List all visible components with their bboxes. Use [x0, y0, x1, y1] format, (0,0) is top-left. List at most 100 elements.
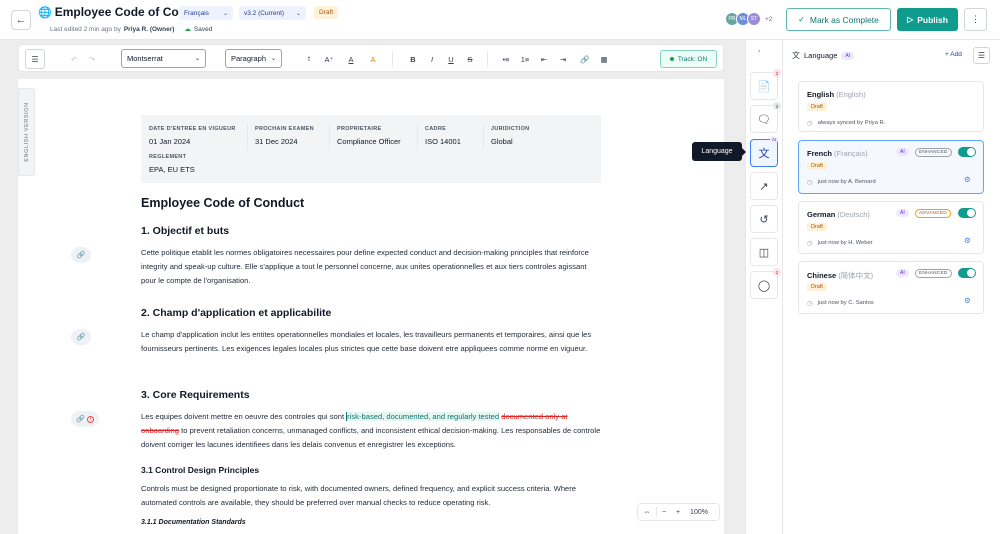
language-card-french[interactable]: French (Français) AI ENHANCED Draft ◷ just… — [798, 140, 984, 194]
filter-button[interactable]: ☰ — [973, 47, 990, 64]
zoom-out-button[interactable]: − — [657, 509, 671, 516]
rail-workflow-button[interactable]: ◫ — [750, 238, 778, 266]
zoom-control: ⇔ − + 100% — [637, 503, 720, 521]
font-family-select[interactable]: Montserrat ⌄ — [121, 49, 206, 68]
section-heading[interactable]: 3. Core Requirements — [141, 389, 250, 401]
gear-icon[interactable]: ⚙ — [964, 296, 971, 305]
block-style-select[interactable]: Paragraph ⌄ — [225, 49, 282, 68]
link-icon[interactable]: 🔗 — [578, 52, 592, 66]
language-meta-text: always synced by Priya R. — [817, 120, 886, 126]
meta-label: CADRE — [425, 126, 447, 132]
language-card-german[interactable]: German (Deutsch) AI ADVANCED Draft ◷ just … — [798, 201, 984, 254]
add-language-button[interactable]: + Add — [945, 51, 962, 58]
rail-language-button[interactable]: 文 — [750, 139, 778, 167]
redo-icon[interactable]: ↷ — [85, 52, 99, 66]
paragraph[interactable]: Cette politique etablit les normes oblig… — [141, 246, 603, 289]
section-heading[interactable]: 1. Objectif et buts — [141, 225, 229, 237]
zoom-level[interactable]: 100% — [685, 509, 713, 516]
language-name-text: French — [807, 149, 833, 158]
language-toggle[interactable] — [958, 208, 976, 218]
language-native: (English) — [836, 90, 866, 99]
avatar[interactable]: ST — [747, 12, 761, 26]
text-color-icon[interactable]: A — [344, 52, 358, 66]
subsubsection-heading[interactable]: 3.1.1 Documentation Standards — [141, 519, 246, 526]
document-title[interactable]: Employee Code of Conduct — [141, 196, 304, 210]
mark-complete-button[interactable]: ✓ Mark as Complete — [786, 8, 891, 31]
section-link-chip[interactable]: 🔗 ! — [71, 411, 99, 427]
gear-icon[interactable]: ⚙ — [964, 236, 971, 245]
paragraph[interactable]: Controls must be designed proportionate … — [141, 482, 603, 510]
translate-icon: 文 — [758, 148, 770, 160]
ai-tag: AI — [841, 51, 855, 60]
language-card-english[interactable]: English (English) Draft ◷ always synced by… — [798, 81, 984, 132]
table-icon[interactable]: ▦ — [597, 52, 611, 66]
underline-icon[interactable]: U — [444, 52, 458, 66]
meta-value[interactable]: ISO 14001 — [425, 137, 461, 146]
fit-width-icon[interactable]: ⇔ — [638, 509, 656, 516]
paragraph[interactable]: Le champ d'application inclut les entite… — [141, 328, 603, 356]
section-link-chip[interactable]: 🔗 — [71, 329, 91, 345]
outdent-icon[interactable]: ⇤ — [537, 52, 551, 66]
subsection-heading[interactable]: 3.1 Control Design Principles — [141, 465, 259, 475]
language-card-chinese[interactable]: Chinese (简体中文) AI ENHANCED Draft ◷ just no… — [798, 261, 984, 314]
collaborator-avatars[interactable]: PR ML ST +2 — [725, 12, 772, 26]
link-icon: 🔗 — [76, 252, 86, 259]
history-icon: ↺ — [759, 213, 769, 226]
status-badge: Draft — [807, 283, 827, 291]
language-toggle[interactable] — [958, 147, 976, 157]
gear-icon[interactable]: ⚙ — [964, 175, 971, 184]
collapse-chevron-icon[interactable]: › — [758, 48, 760, 55]
more-options-button[interactable]: ⋮ — [964, 8, 987, 31]
rail-ai-tag: AI — [770, 137, 779, 142]
rail-history-button[interactable]: ↺ — [750, 205, 778, 233]
toolbar-divider — [392, 51, 393, 67]
meta-effective-date: DATE D'ENTREE EN VIGUEUR 01 Jan 2024 — [149, 126, 236, 146]
workflow-icon: ◫ — [758, 246, 770, 259]
strikethrough-icon[interactable]: S — [463, 52, 477, 66]
zoom-in-button[interactable]: + — [671, 509, 685, 516]
version-select[interactable]: v3.2 (Current) ⌄ — [239, 6, 306, 20]
indent-icon[interactable]: ⇥ — [556, 52, 570, 66]
inserted-text[interactable]: risk-based, documented, and regularly te… — [346, 412, 500, 421]
status-badge: Draft — [807, 162, 827, 170]
section-heading[interactable]: 2. Champ d'application et applicabilite — [141, 307, 331, 319]
bullet-list-icon[interactable]: •≡ — [499, 52, 513, 66]
meta-value[interactable]: Global — [491, 137, 529, 146]
meta-value[interactable]: 31 Dec 2024 — [255, 137, 314, 146]
language-native: (简体中文) — [838, 271, 874, 280]
italic-icon[interactable]: I — [425, 52, 439, 66]
language-meta: ◷ always synced by Priya R. — [807, 119, 885, 127]
language-name: English (English) — [807, 90, 866, 99]
meta-value[interactable]: 01 Jan 2024 — [149, 137, 236, 146]
status-badge: Draft — [807, 103, 827, 111]
language-name-text: German — [807, 210, 836, 219]
superscript-icon[interactable]: A⁺ — [322, 52, 336, 66]
meta-value[interactable]: EPA, EU ETS — [149, 165, 195, 174]
back-button[interactable]: ← — [11, 10, 31, 30]
track-changes-toggle[interactable]: Track: ON — [660, 50, 717, 68]
sliders-icon: ☰ — [977, 51, 986, 60]
font-size-icon[interactable]: 𝔱 — [302, 52, 316, 66]
section-link-chip[interactable]: 🔗 — [71, 247, 91, 263]
mark-complete-label: Mark as Complete — [809, 14, 879, 25]
publish-button[interactable]: ▷ Publish — [897, 8, 958, 31]
meta-jurisdiction: JURIDICTION Global — [491, 126, 529, 146]
publish-label: Publish — [917, 14, 948, 25]
english-version-label: ENGLISH VERSION — [24, 102, 30, 162]
outline-toggle-button[interactable]: ☰ — [25, 49, 45, 69]
document-icon: 📄 — [757, 80, 771, 93]
paragraph-tracked[interactable]: Les equipes doivent mettre en oeuvre des… — [141, 410, 603, 453]
numbered-list-icon[interactable]: 1≡ — [518, 52, 532, 66]
undo-icon[interactable]: ↶ — [67, 52, 81, 66]
language-select-value: Français — [184, 9, 209, 17]
english-version-tab[interactable]: ENGLISH VERSION — [18, 88, 35, 176]
language-toggle[interactable] — [958, 268, 976, 278]
meta-divider — [247, 124, 248, 150]
highlight-icon[interactable]: A — [366, 52, 380, 66]
rail-analytics-button[interactable]: ↗ — [750, 172, 778, 200]
language-select[interactable]: Français ⌄ — [179, 6, 233, 20]
avatar-more-count[interactable]: +2 — [765, 16, 772, 23]
bold-icon[interactable]: B — [406, 52, 420, 66]
last-edited-user: Priya R. (Owner) — [123, 25, 175, 33]
meta-value[interactable]: Compliance Officer — [337, 137, 401, 146]
